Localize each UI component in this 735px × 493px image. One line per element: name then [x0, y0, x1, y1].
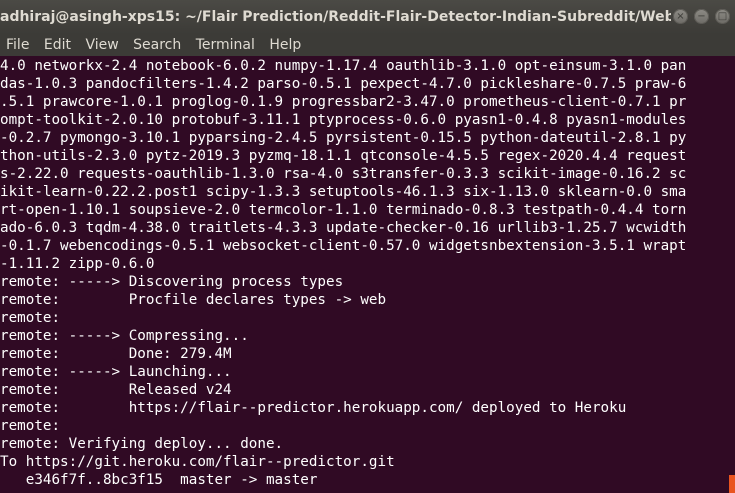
terminal-line: .5.1 prawcore-1.0.1 proglog-0.1.9 progre… — [0, 94, 687, 110]
window-title: adhiraj@asingh-xps15: ~/Flair Prediction… — [0, 9, 671, 25]
title-bar[interactable]: adhiraj@asingh-xps15: ~/Flair Prediction… — [0, 0, 735, 34]
terminal-line: remote: -----> Discovering process types — [0, 274, 344, 290]
terminal-line: -1.11.2 zipp-0.6.0 — [0, 256, 155, 272]
menu-edit[interactable]: Edit — [39, 34, 76, 56]
maximize-icon[interactable]: □ — [715, 9, 730, 24]
terminal-line: remote: Released v24 — [0, 382, 232, 398]
terminal-line: das-1.0.3 pandocfilters-1.4.2 parso-0.5.… — [0, 76, 687, 92]
terminal-line: -0.2.7 pymongo-3.10.1 pyparsing-2.4.5 py… — [0, 130, 687, 146]
terminal-line: remote: — [0, 418, 61, 434]
menu-view[interactable]: View — [80, 34, 123, 56]
menu-search[interactable]: Search — [128, 34, 186, 56]
terminal-line: thon-utils-2.3.0 pytz-2019.3 pyzmq-18.1.… — [0, 148, 687, 164]
minimize-icon[interactable]: − — [694, 9, 709, 24]
menu-terminal[interactable]: Terminal — [191, 34, 260, 56]
terminal-line: remote: Verifying deploy... done. — [0, 436, 284, 452]
terminal-line: ado-6.0.3 tqdm-4.38.0 traitlets-4.3.3 up… — [0, 220, 687, 236]
terminal-line: ikit-learn-0.22.2.post1 scipy-1.3.3 setu… — [0, 184, 687, 200]
menu-help[interactable]: Help — [264, 34, 306, 56]
terminal-line: remote: Procfile declares types -> web — [0, 292, 387, 308]
terminal-line: remote: Done: 279.4M — [0, 346, 232, 362]
close-icon[interactable]: × — [673, 9, 688, 24]
terminal-line: -0.1.7 webencodings-0.5.1 websocket-clie… — [0, 238, 687, 254]
terminal-line: rt-open-1.10.1 soupsieve-2.0 termcolor-1… — [0, 202, 687, 218]
terminal-line: remote: -----> Compressing... — [0, 328, 249, 344]
terminal-line: s-2.22.0 requests-oauthlib-1.3.0 rsa-4.0… — [0, 166, 687, 182]
terminal-window: adhiraj@asingh-xps15: ~/Flair Prediction… — [0, 0, 735, 493]
terminal-line: remote: -----> Launching... — [0, 364, 232, 380]
terminal-line: 4.0 networkx-2.4 notebook-6.0.2 numpy-1.… — [0, 58, 687, 74]
menu-file[interactable]: File — [0, 34, 34, 56]
terminal-output[interactable]: 4.0 networkx-2.4 notebook-6.0.2 numpy-1.… — [0, 57, 729, 493]
scrollbar-thumb[interactable] — [729, 475, 735, 493]
terminal-line: remote: — [0, 310, 61, 326]
scrollbar[interactable] — [729, 57, 735, 493]
terminal-line: To https://git.heroku.com/flair--predict… — [0, 454, 395, 470]
terminal-line: e346f7f..8bc3f15 master -> master — [0, 472, 318, 488]
menu-bar: File Edit View Search Terminal Help — [0, 34, 735, 56]
terminal-line: remote: https://flair--predictor.herokua… — [0, 400, 627, 416]
terminal-line: ompt-toolkit-2.0.10 protobuf-3.11.1 ptyp… — [0, 112, 687, 128]
